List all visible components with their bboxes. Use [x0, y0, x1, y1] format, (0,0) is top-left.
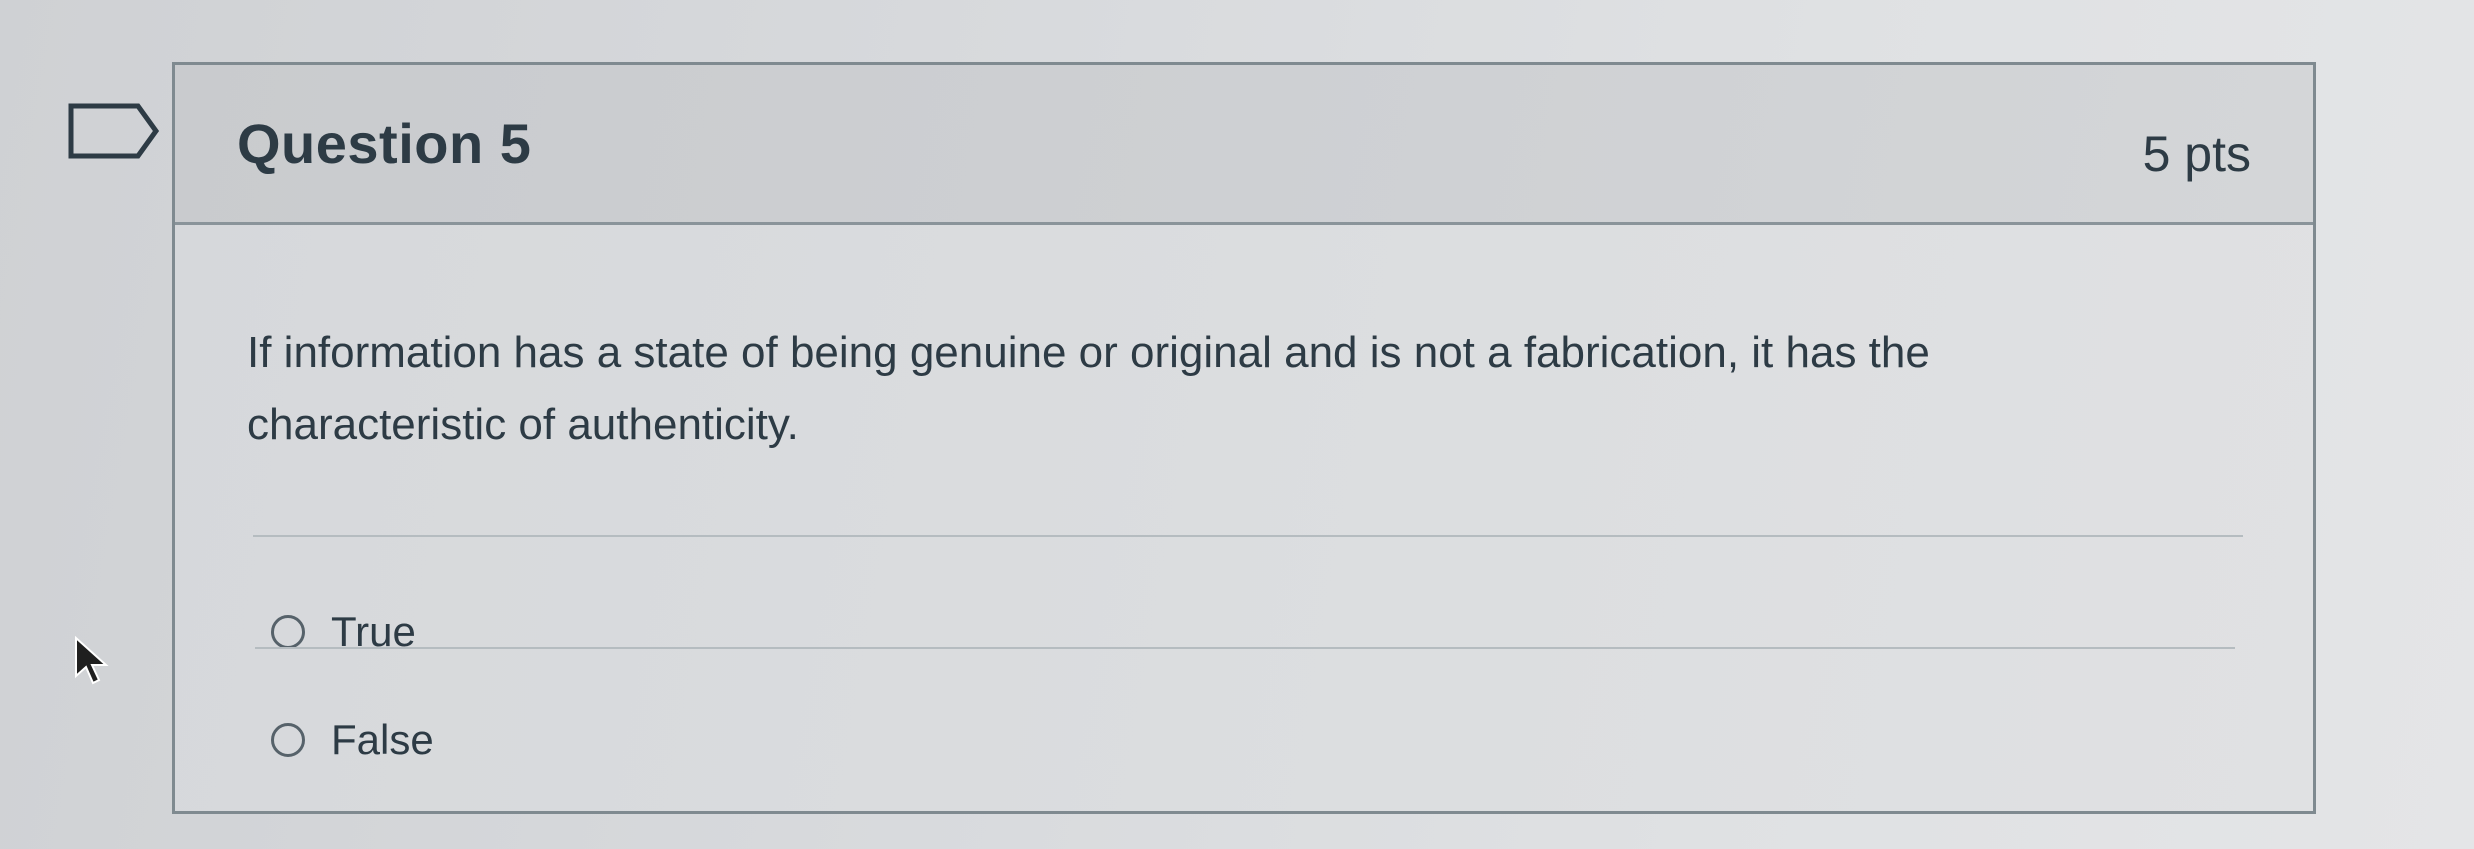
flag-question-icon[interactable] — [68, 103, 160, 159]
question-title: Question 5 — [237, 112, 532, 175]
radio-button-false[interactable] — [271, 723, 305, 757]
question-points: 5 pts — [2142, 126, 2251, 182]
mouse-pointer-icon — [75, 636, 109, 685]
radio-button-true[interactable] — [271, 615, 305, 649]
question-card: Question 5 5 pts If information has a st… — [172, 62, 2316, 814]
answer-option-false[interactable]: False — [271, 705, 434, 775]
answers-divider — [253, 535, 2243, 537]
question-header: Question 5 5 pts — [175, 65, 2313, 225]
answer-label-false: False — [331, 716, 434, 763]
question-text: If information has a state of being genu… — [247, 328, 1930, 449]
answer-option-true[interactable]: True — [271, 597, 416, 667]
answer-divider — [255, 647, 2235, 649]
